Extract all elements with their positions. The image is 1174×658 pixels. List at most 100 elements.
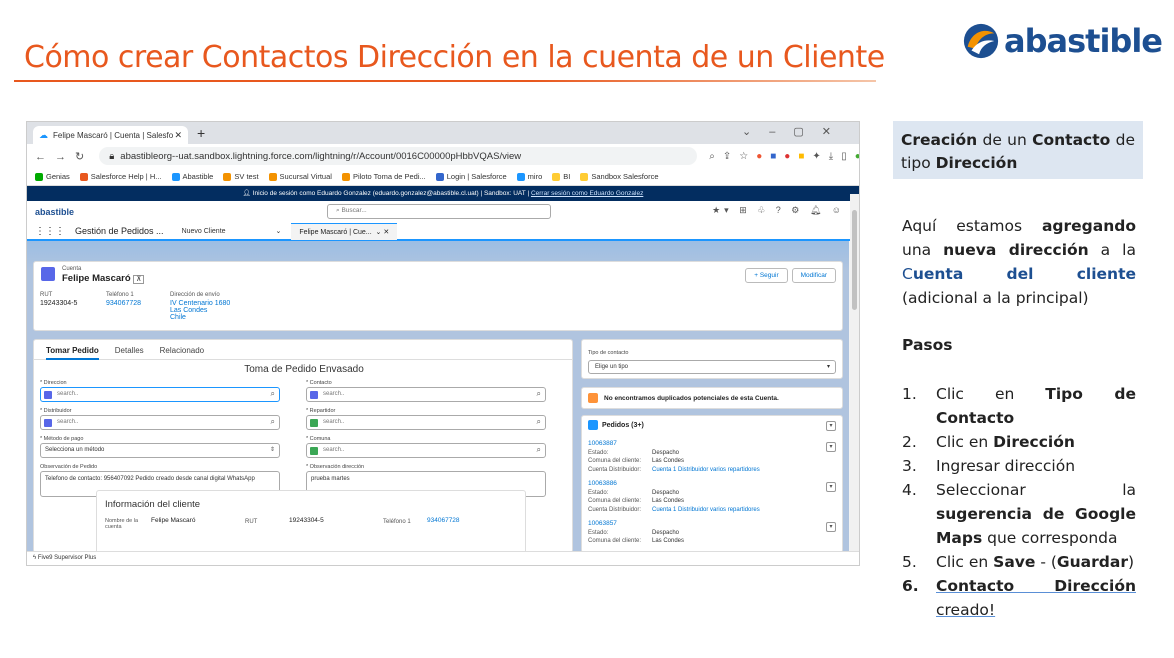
nav-dropdown-icon[interactable]: ⌄: [276, 227, 282, 235]
pedido-id-link[interactable]: 10063857: [588, 520, 838, 529]
logout-link[interactable]: Cerrar sesión como Eduardo Gonzalez: [531, 190, 643, 197]
extension2-icon[interactable]: ■: [798, 151, 804, 162]
bookmark-icon: [552, 173, 561, 181]
opera-icon[interactable]: ●: [756, 151, 762, 162]
bookmark-icon: [171, 173, 180, 181]
pedido-item: 10063887 Estado: Despacho Comuna del client…: [588, 440, 838, 474]
bookmark-icon: [580, 173, 589, 181]
record-name: Felipe Mascaró ⊼: [62, 273, 145, 284]
bookmark-item[interactable]: Piloto Toma de Pedi...: [341, 172, 426, 181]
share-icon[interactable]: ⇪: [723, 151, 731, 162]
phone-link[interactable]: 934067728: [106, 300, 141, 307]
contacto-label: * Contacto: [306, 380, 332, 386]
extension-icon[interactable]: ■: [770, 151, 776, 162]
info-name-label: Nombre de la cuenta: [105, 518, 139, 530]
bookmark-item[interactable]: Sandbox Salesforce: [580, 172, 659, 181]
address-link[interactable]: IV Centenario 1680 Las Condes Chile: [170, 300, 230, 321]
browser-tabbar: ☁ Felipe Mascaró | Cuenta | Salesfo ✕ + …: [27, 122, 859, 144]
pedido-id-link[interactable]: 10063887: [588, 440, 838, 449]
info-phone-label: Teléfono 1: [383, 519, 411, 525]
header-icons[interactable]: ★▾ ⊞ ♧ ? ⚙ 🔔︎ ☺: [712, 205, 845, 216]
contact-type-select[interactable]: Elige un tipo ▾: [588, 360, 836, 374]
metodo-select[interactable]: Selecciona un método ⇕: [40, 443, 280, 458]
search-icon: ⌕: [536, 445, 541, 454]
nav-arrows-icon[interactable]: ←→↻: [35, 150, 93, 163]
tab-detalles[interactable]: Detalles: [115, 346, 144, 359]
tab-relacionado[interactable]: Relacionado: [160, 346, 204, 359]
record-header: Cuenta Felipe Mascaró ⊼ + Seguir Modific…: [33, 261, 843, 331]
current-tab-label: Felipe Mascaró | Cue...: [299, 228, 372, 236]
bookmark-item[interactable]: miro: [516, 172, 542, 181]
app-launcher-icon[interactable]: ⋮⋮⋮: [35, 226, 65, 237]
bookmark-icon: [268, 173, 277, 181]
nav-item-new-client[interactable]: Nuevo Cliente: [182, 228, 226, 235]
sf-brand: abastible: [35, 207, 75, 217]
pedido-menu-icon[interactable]: ▾: [826, 522, 836, 532]
direccion-input[interactable]: search.. ⌕: [40, 387, 280, 402]
new-tab-icon[interactable]: +: [197, 125, 205, 141]
contact-type-card: Tipo de contacto Elige un tipo ▾: [581, 339, 843, 379]
close-tab-icon[interactable]: ✕: [174, 130, 182, 141]
pedido-field: Comuna del cliente: Las Condes: [588, 498, 685, 504]
pedido-field: Estado: Despacho: [588, 529, 680, 536]
record-tabs: Tomar Pedido Detalles Relacionado: [34, 340, 572, 360]
bookmark-item[interactable]: Login | Salesforce: [435, 172, 507, 181]
distribuidor-label: * Distribuidor: [40, 408, 72, 414]
bookmark-icon: [341, 173, 350, 181]
browser-tab[interactable]: ☁ Felipe Mascaró | Cuenta | Salesfo ✕: [33, 126, 188, 144]
pedido-field: Estado: Despacho: [588, 489, 680, 496]
step-item: 2. Clic en Dirección: [902, 433, 1075, 451]
puzzle-icon[interactable]: ✦: [812, 151, 820, 162]
info-rut: 19243304-5: [289, 517, 324, 524]
url-input[interactable]: 🔒︎ abastibleorg--uat.sandbox.lightning.f…: [99, 147, 698, 165]
panel-heading-box: Creación de un Contacto de tipo Direcció…: [893, 121, 1143, 179]
download-icon[interactable]: ⤓: [829, 151, 833, 162]
pedido-menu-icon[interactable]: ▾: [826, 442, 836, 452]
bookmark-item[interactable]: Abastible: [171, 172, 213, 181]
browser-screenshot: ☁ Felipe Mascaró | Cuenta | Salesfo ✕ + …: [26, 121, 860, 566]
panel-intro: Aquí estamos agregando una nueva direcci…: [902, 217, 1136, 307]
order-form-card: Tomar Pedido Detalles Relacionado Toma d…: [33, 339, 573, 554]
bookmark-item[interactable]: Genias: [35, 172, 70, 181]
record-content: Cuenta Felipe Mascaró ⊼ + Seguir Modific…: [27, 241, 849, 554]
banner-text: Inicio de sesión como Eduardo Gonzalez (…: [252, 190, 530, 197]
edit-button[interactable]: Modificar: [791, 268, 836, 283]
info-phone[interactable]: 934067728: [427, 517, 460, 524]
scrollbar[interactable]: [850, 194, 859, 554]
pedidos-header: Pedidos (3+): [588, 420, 644, 430]
duplicates-card: No encontramos duplicados potenciales de…: [581, 387, 843, 409]
adblock-icon[interactable]: ●: [784, 151, 790, 162]
updown-icon: ⇕: [269, 447, 275, 453]
extensions: ⌕ ⇪ ☆ ● ■ ● ■ ✦ ⤓ ▯ ● ⋮: [709, 151, 859, 162]
pedido-field: Cuenta Distribuidor: Cuenta 1 Distribuido…: [588, 466, 760, 473]
bookmark-icon: [516, 173, 525, 181]
bookmarks-bar: Genias Salesforce Help | H... Abastible SV …: [27, 168, 859, 186]
step-item: 6. Contacto Dirección creado!: [902, 577, 1136, 619]
bookmark-icon: [35, 173, 43, 181]
contacto-input[interactable]: search.. ⌕: [306, 387, 546, 402]
bookmark-item[interactable]: Sucursal Virtual: [268, 172, 332, 181]
pedido-menu-icon[interactable]: ▾: [826, 482, 836, 492]
bookmark-item[interactable]: SV test: [223, 172, 259, 181]
footer-text[interactable]: Five9 Supervisor Plus: [38, 555, 96, 561]
hierarchy-icon[interactable]: ⊼: [133, 275, 145, 284]
profile-icon[interactable]: ●: [855, 151, 859, 162]
repartidor-input[interactable]: search.. ⌕: [306, 415, 546, 430]
pedidos-menu-icon[interactable]: ▾: [826, 421, 836, 431]
bookmark-item[interactable]: Salesforce Help | H...: [79, 172, 162, 181]
step-item: 4. Seleccionar la sugerencia de Google Ma…: [902, 481, 1136, 547]
zoom-icon[interactable]: ⌕: [709, 151, 715, 162]
sidepanel-icon[interactable]: ▯: [841, 151, 847, 162]
tab-tomar-pedido[interactable]: Tomar Pedido: [46, 346, 99, 360]
global-search-input[interactable]: ⌕ Buscar...: [327, 204, 551, 219]
pedido-id-link[interactable]: 10063886: [588, 480, 838, 489]
nav-current-tab[interactable]: Felipe Mascaró | Cue... ⌄ ✕: [291, 222, 398, 240]
follow-button[interactable]: + Seguir: [745, 268, 788, 283]
star-icon[interactable]: ☆: [739, 151, 748, 162]
distribuidor-input[interactable]: search.. ⌕: [40, 415, 280, 430]
comuna-input[interactable]: search.. ⌕: [306, 443, 546, 458]
window-controls[interactable]: ⌄–▢✕: [742, 125, 849, 138]
obs-dir-label: * Observación dirección: [306, 464, 365, 470]
bookmark-item[interactable]: BI: [552, 172, 570, 181]
warning-icon: [588, 393, 598, 403]
